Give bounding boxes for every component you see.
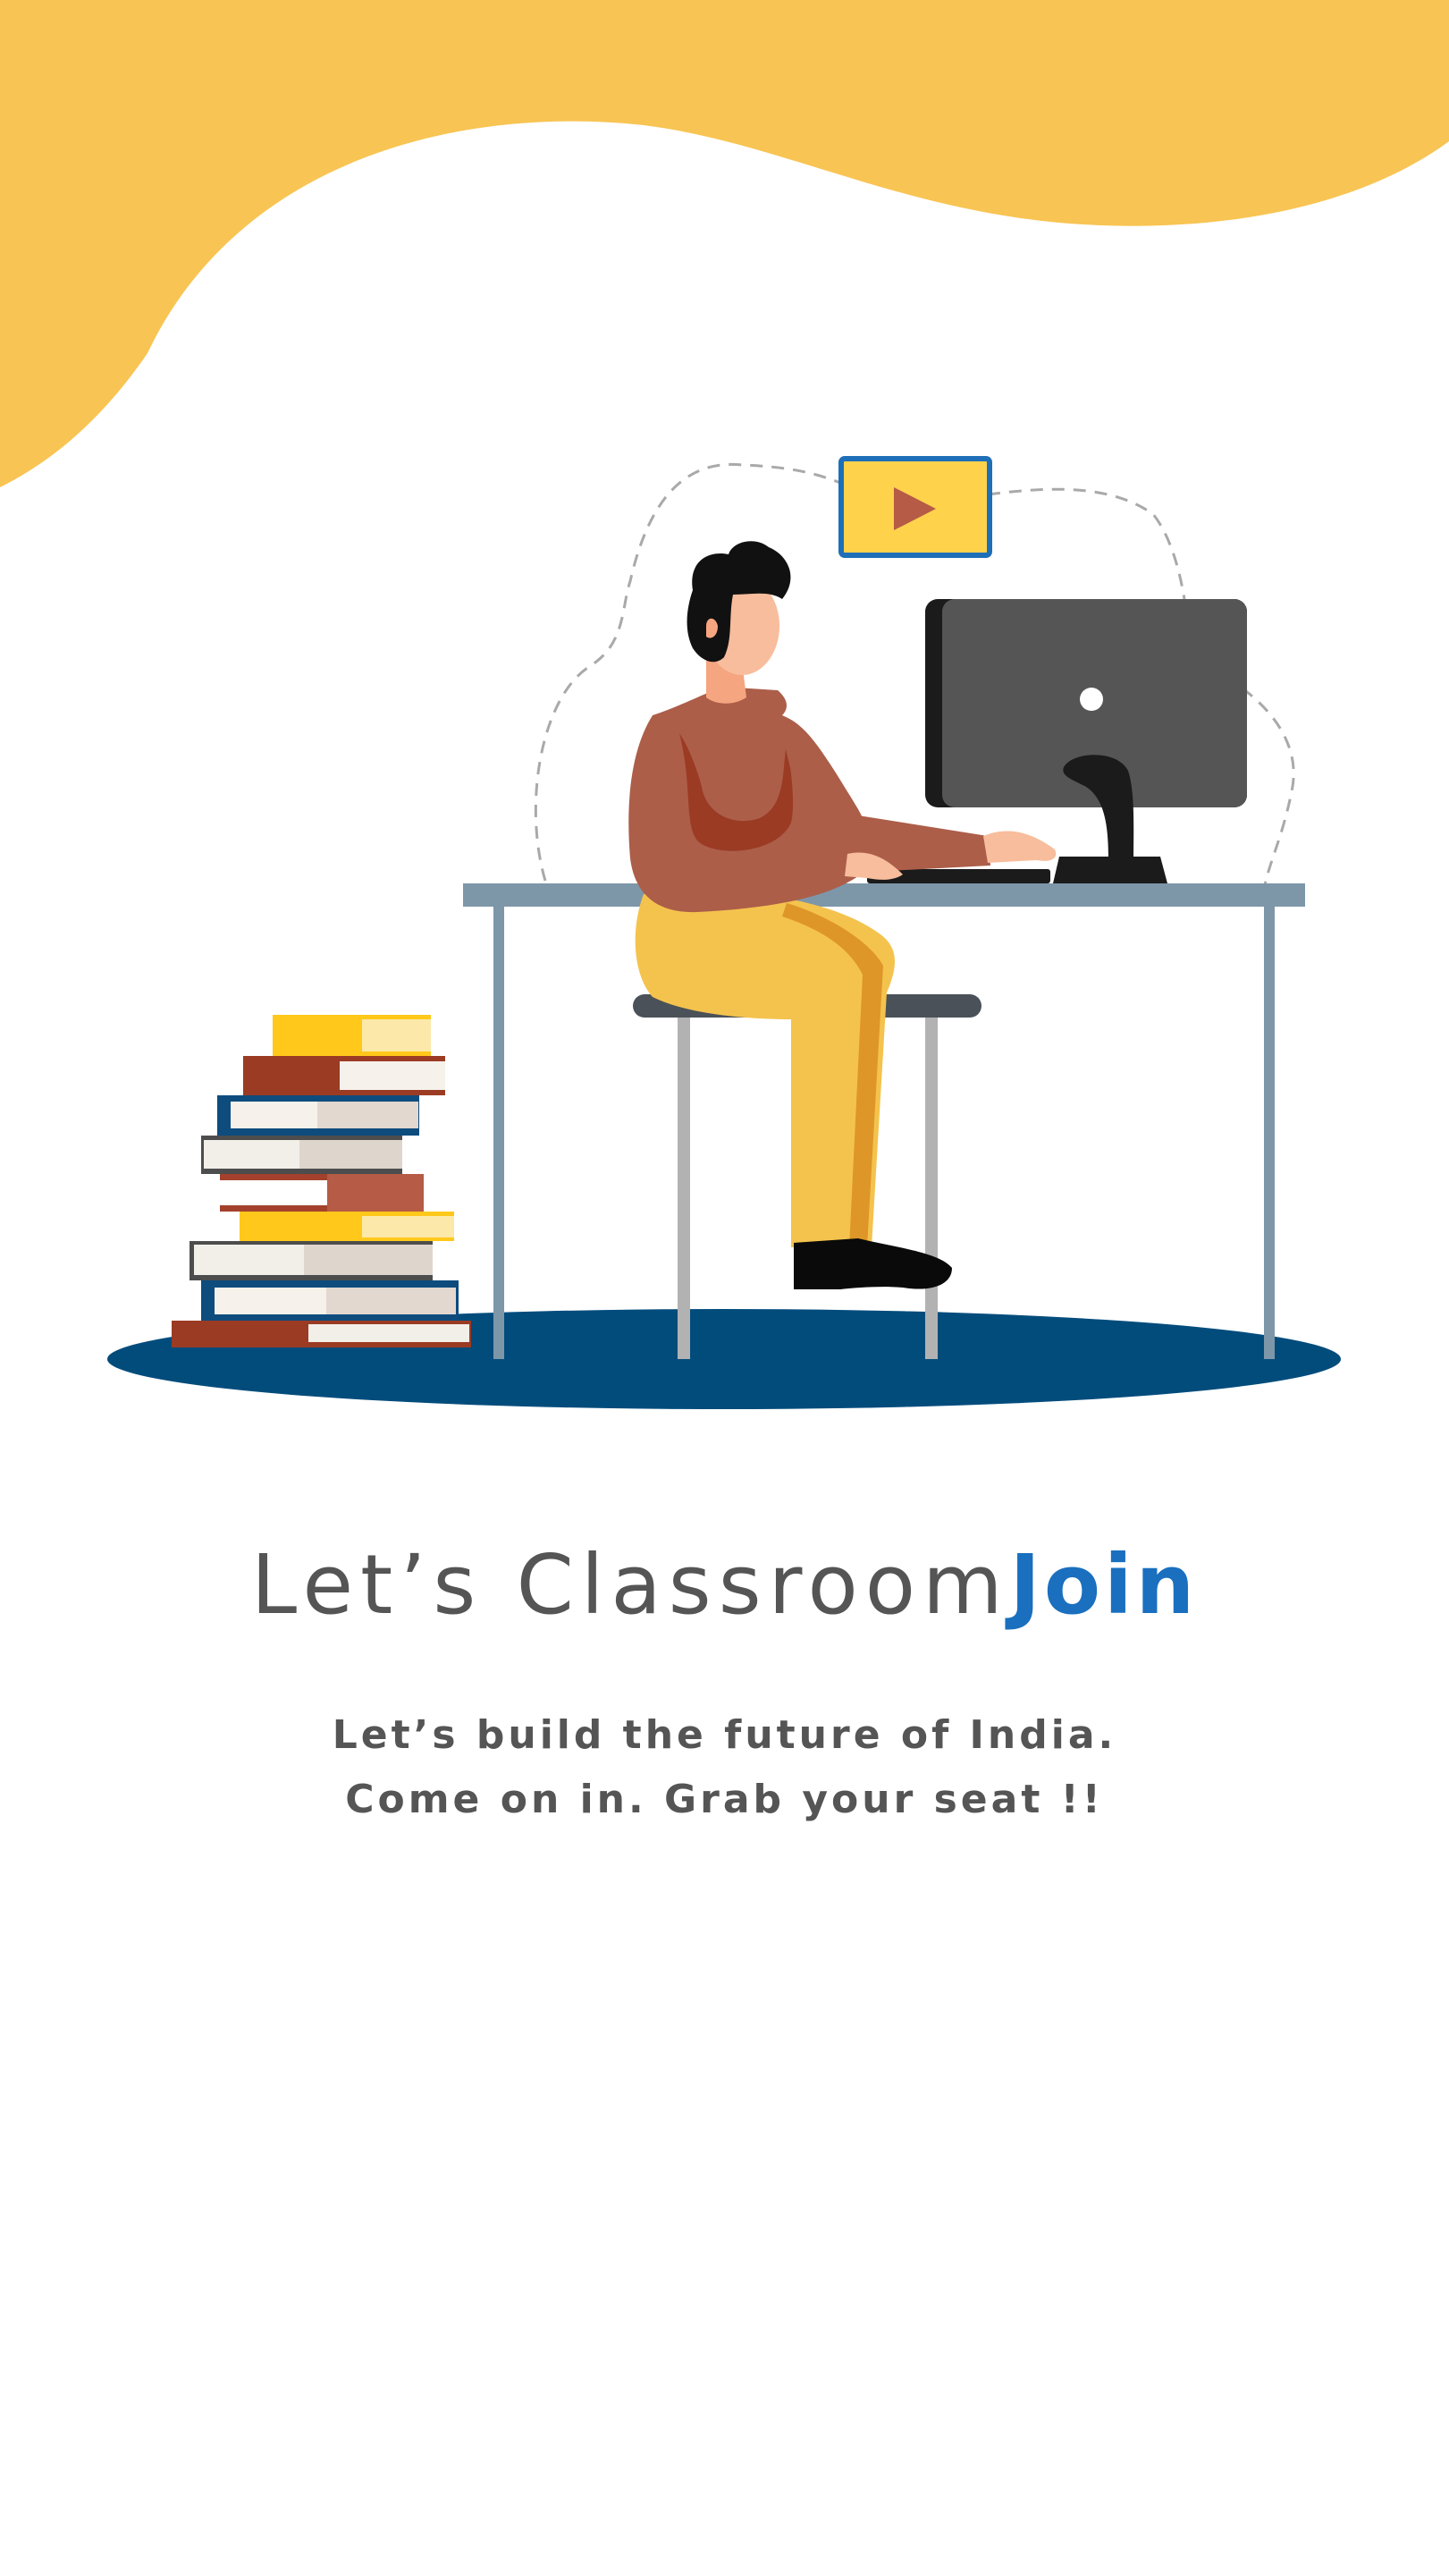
- onboarding-screen: Let’s ClassroomJoin Let’s build the futu…: [0, 0, 1449, 2576]
- top-wave: [0, 0, 1449, 487]
- video-play-icon: [838, 456, 992, 558]
- tagline-line-1: Let’s build the future of India.: [332, 1712, 1117, 1758]
- page-title: Let’s ClassroomJoin: [0, 1536, 1449, 1634]
- hero-illustration: [0, 0, 1449, 1409]
- title-accent-join: Join: [1009, 1537, 1199, 1633]
- tagline: Let’s build the future of India. Come on…: [0, 1703, 1449, 1832]
- book-stack-icon: [172, 1015, 471, 1347]
- tagline-line-2: Come on in. Grab your seat !!: [345, 1777, 1104, 1822]
- title-prefix: Let’s Classroom: [250, 1537, 1010, 1633]
